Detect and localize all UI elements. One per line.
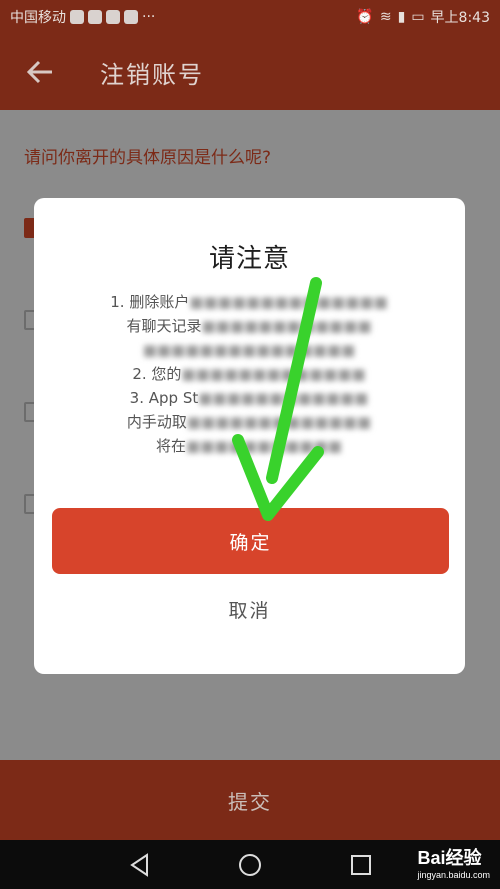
- status-bar: 中国移动 ··· ⏰ ≋ ▮ ▭ 早上8:43: [0, 0, 500, 34]
- submit-label: 提交: [228, 789, 272, 814]
- status-time: 早上8:43: [430, 10, 490, 26]
- carrier-text: 中国移动: [10, 10, 66, 26]
- wifi-icon: ≋: [379, 9, 392, 25]
- baidu-watermark: Bai经验 jingyan.baidu.com: [417, 844, 490, 880]
- notification-icon: [88, 10, 102, 24]
- battery-icon: ▭: [411, 9, 425, 25]
- back-button[interactable]: [25, 57, 55, 87]
- more-notifications: ···: [142, 9, 156, 25]
- question-text: 请问你离开的具体原因是什么呢?: [24, 148, 272, 168]
- dialog-line: 将在: [156, 437, 187, 455]
- submit-button[interactable]: 提交: [0, 760, 500, 840]
- cancel-button[interactable]: 取消: [34, 596, 465, 623]
- page-title: 注销账号: [100, 60, 204, 89]
- notification-icon: [70, 10, 84, 24]
- alarm-icon: ⏰: [356, 9, 374, 25]
- dialog-line: 1. 删除账户: [110, 293, 190, 311]
- confirm-button[interactable]: 确定: [52, 508, 449, 574]
- dialog-line: 有聊天记录: [126, 317, 202, 335]
- watermark-brand: Bai经验: [417, 848, 482, 868]
- dialog-body: 1. 删除账户■■■■■■■■■■■■■■ 有聊天记录■■■■■■■■■■■■ …: [110, 293, 388, 455]
- dialog-line: 2. 您的: [132, 365, 182, 383]
- dialog-line: 内手动取: [126, 413, 187, 431]
- arrow-left-icon: [26, 60, 52, 84]
- dialog-title: 请注意: [208, 244, 290, 274]
- home-circle-icon[interactable]: [237, 852, 263, 878]
- notification-icon: [124, 10, 138, 24]
- notification-icon: [106, 10, 120, 24]
- back-triangle-icon[interactable]: [127, 852, 153, 878]
- app-bar: 注销账号: [0, 34, 500, 110]
- notice-dialog: 请注意 1. 删除账户■■■■■■■■■■■■■■ 有聊天记录■■■■■■■■■…: [34, 198, 465, 674]
- watermark-url: jingyan.baidu.com: [417, 870, 490, 880]
- confirm-label: 确定: [229, 531, 272, 554]
- dialog-line: 3. App St: [129, 389, 199, 407]
- signal-icon: ▮: [397, 9, 406, 25]
- cancel-label: 取消: [228, 600, 271, 622]
- recents-square-icon[interactable]: [348, 852, 374, 878]
